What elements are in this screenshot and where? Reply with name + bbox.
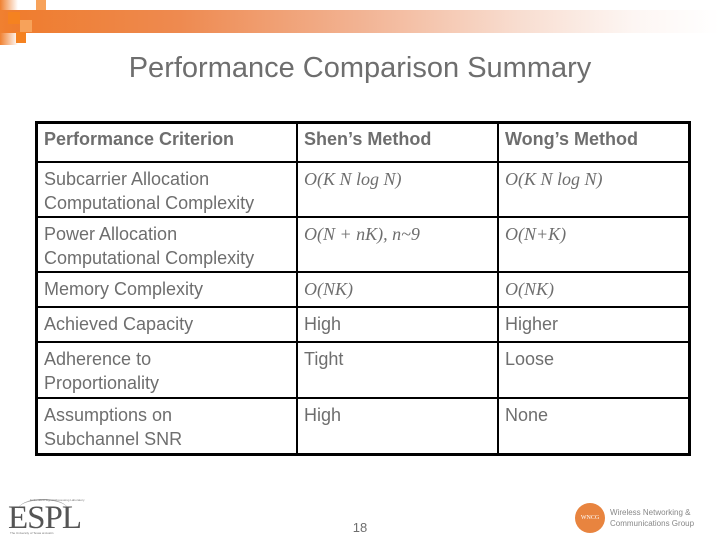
criterion-line: Adherence to (44, 349, 152, 369)
table-row: Memory Complexity O(NK) O(NK) (35, 271, 691, 308)
shen-value: Tight (296, 341, 499, 399)
header-wong: Wong’s Method (497, 121, 691, 163)
criterion-cell: Memory Complexity (35, 271, 298, 308)
wncg-name-line1: Wireless Networking & (610, 508, 691, 517)
criterion-line: Subchannel SNR (44, 429, 183, 449)
shen-value: High (296, 306, 499, 343)
table-row: Assumptions on Subchannel SNR High None (35, 397, 691, 455)
table-row: Achieved Capacity High Higher (35, 306, 691, 343)
comparison-table: Performance Criterion Shen’s Method Wong… (35, 121, 691, 456)
criterion-cell: Adherence to Proportionality (35, 341, 298, 399)
table-header-row: Performance Criterion Shen’s Method Wong… (35, 121, 691, 163)
wong-value: Higher (497, 306, 691, 343)
criterion-line: Memory Complexity (44, 279, 204, 299)
header-gradient-bar (0, 10, 720, 33)
wong-value: O(NK) (497, 271, 691, 308)
wong-value: Loose (497, 341, 691, 399)
wncg-badge-icon: WNCG (575, 503, 605, 533)
criterion-line: Subcarrier Allocation (44, 169, 210, 189)
wong-value: O(N+K) (497, 216, 691, 273)
shen-value: O(NK) (296, 271, 499, 308)
shen-value: High (296, 397, 499, 455)
table-row: Power Allocation Computational Complexit… (35, 216, 691, 273)
decor-square (16, 32, 26, 43)
criterion-cell: Assumptions on Subchannel SNR (35, 397, 298, 455)
criterion-cell: Subcarrier Allocation Computational Comp… (35, 161, 298, 218)
wong-value: O(K N log N) (497, 161, 691, 218)
wncg-logo: WNCG Wireless Networking & Communication… (575, 503, 715, 535)
criterion-line: Power Allocation (44, 224, 178, 244)
decor-square (36, 0, 46, 10)
slide-title: Performance Comparison Summary (128, 52, 592, 84)
shen-value: O(N + nK), n~9 (296, 216, 499, 273)
wong-value: None (497, 397, 691, 455)
header-criterion: Performance Criterion (35, 121, 298, 163)
table-row: Adherence to Proportionality Tight Loose (35, 341, 691, 399)
decor-square (8, 12, 20, 24)
criterion-cell: Power Allocation Computational Complexit… (35, 216, 298, 273)
criterion-line: Assumptions on (44, 405, 173, 425)
criterion-line: Computational Complexity (44, 248, 255, 268)
criterion-line: Proportionality (44, 373, 160, 393)
decor-square (20, 20, 32, 32)
criterion-line: Computational Complexity (44, 193, 255, 213)
shen-value: O(K N log N) (296, 161, 499, 218)
wncg-name-line2: Communications Group (610, 519, 695, 528)
table-row: Subcarrier Allocation Computational Comp… (35, 161, 691, 218)
header-shen: Shen’s Method (296, 121, 499, 163)
criterion-cell: Achieved Capacity (35, 306, 298, 343)
criterion-line: Achieved Capacity (44, 314, 194, 334)
